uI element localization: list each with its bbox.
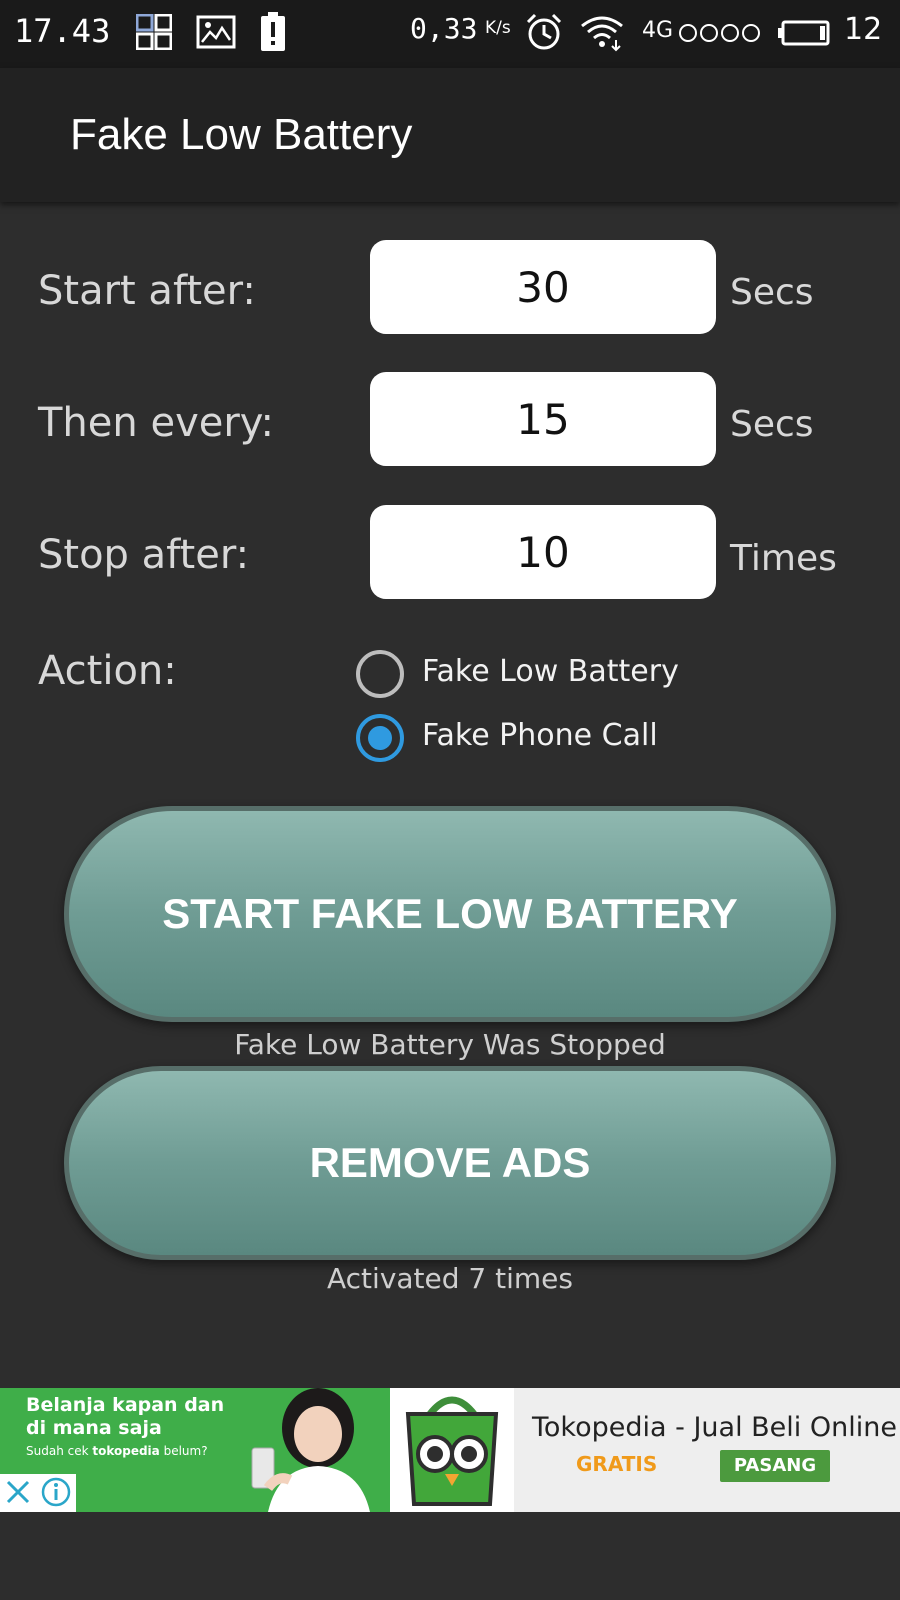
radio-label-fake-low-battery: Fake Low Battery [422,654,679,689]
status-bar: 17.43 0,33 K/s 4G 12 [0,0,900,68]
battery-icon [778,20,830,46]
alarm-icon [526,13,562,50]
ad-app-name[interactable]: Tokopedia - Jual Beli Online [532,1412,897,1443]
activation-count-text: Activated 7 times [327,1262,573,1295]
signal-strength-icon [679,24,760,42]
stop-after-label: Stop after: [38,532,250,578]
app-bar: Fake Low Battery [0,68,900,202]
ad-install-button[interactable]: PASANG [720,1450,830,1482]
stop-after-unit: Times [730,538,837,579]
action-label: Action: [38,648,177,694]
ad-headline: Belanja kapan dan di mana saja [26,1394,225,1439]
ad-person-image [251,1388,370,1512]
tokopedia-owl-icon [405,1396,499,1506]
image-icon [196,15,236,49]
battery-alert-icon [261,12,285,51]
net-speed: 0,33 [410,12,478,45]
battery-level: 12 [844,12,883,47]
start-after-label: Start after: [38,268,256,314]
net-speed-unit: K/s [485,18,511,38]
status-time: 17.43 [14,12,111,50]
radio-unchecked-icon[interactable] [356,650,404,698]
then-every-input[interactable] [370,372,716,466]
ad-info-icon[interactable] [40,1476,72,1508]
remove-ads-button-label: REMOVE ADS [309,1139,591,1186]
start-after-input[interactable] [370,240,716,334]
ad-price: GRATIS [576,1452,658,1476]
radio-label-fake-phone-call: Fake Phone Call [422,718,658,753]
ad-app-logo[interactable] [390,1388,514,1512]
ad-close-icon[interactable] [2,1476,34,1508]
start-button-label: START FAKE LOW BATTERY [162,890,738,937]
start-after-unit: Secs [730,272,814,313]
then-every-label: Then every: [38,400,275,446]
start-button[interactable]: START FAKE LOW BATTERY [64,806,836,1022]
remove-ads-button[interactable]: REMOVE ADS [64,1066,836,1260]
app-title: Fake Low Battery [70,110,413,159]
status-text: Fake Low Battery Was Stopped [234,1028,666,1061]
then-every-unit: Secs [730,404,814,445]
ad-banner[interactable]: Belanja kapan dan di mana saja Sudah cek… [0,1388,900,1512]
stop-after-input[interactable] [370,505,716,599]
ad-subline: Sudah cek tokopedia belum? [26,1444,208,1458]
wifi-icon [581,16,623,52]
grid-apps-icon [136,14,172,50]
network-type: 4G [642,18,674,43]
radio-checked-icon[interactable] [356,714,404,762]
